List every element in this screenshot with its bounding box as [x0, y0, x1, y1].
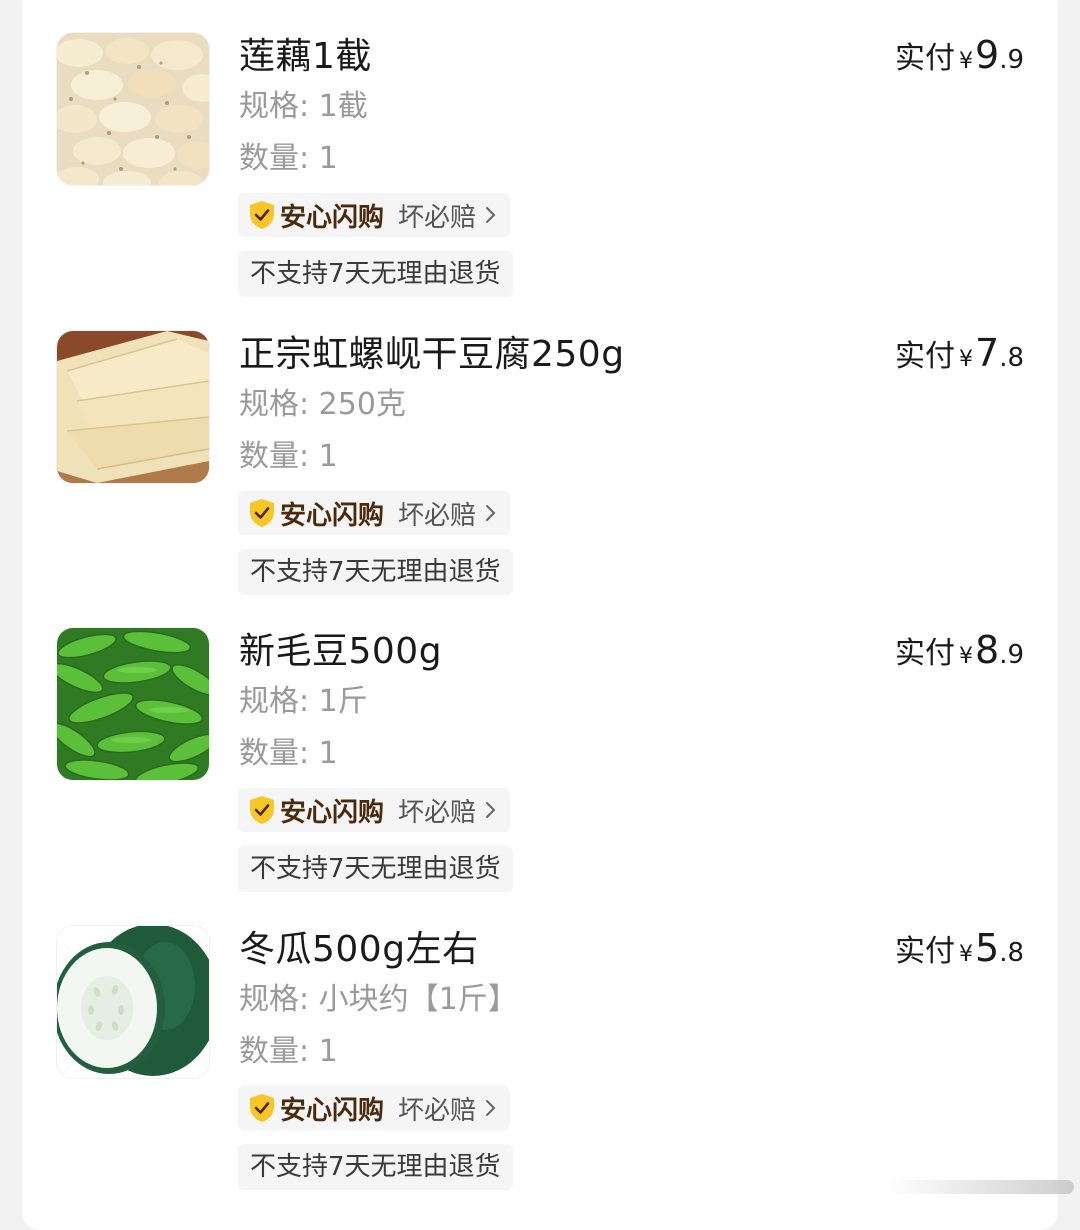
price-decimal: .9 [999, 640, 1024, 670]
price-integer: 9 [975, 33, 1000, 77]
no-return-tag: 不支持7天无理由退货 [238, 846, 513, 892]
item-spec: 规格: 250克 [239, 387, 406, 422]
currency-symbol: ¥ [959, 49, 973, 74]
order-items-card: 莲藕1截 规格: 1截 数量: 1 安心闪购 坏必赔 不支持7天无理由退货 实付… [22, 0, 1058, 1230]
scrollbar[interactable] [884, 1180, 1074, 1194]
order-item[interactable]: 正宗虹螺岘干豆腐250g 规格: 250克 数量: 1 安心闪购 坏必赔 不支持… [22, 331, 1058, 629]
guarantee-badge[interactable]: 安心闪购 坏必赔 [238, 491, 511, 535]
shield-check-icon [250, 201, 274, 229]
price-integer: 7 [975, 331, 1000, 375]
item-title[interactable]: 正宗虹螺岘干豆腐250g [239, 331, 625, 379]
order-item[interactable]: 莲藕1截 规格: 1截 数量: 1 安心闪购 坏必赔 不支持7天无理由退货 实付… [22, 33, 1058, 331]
guarantee-label: 安心闪购 [280, 1095, 385, 1126]
item-title[interactable]: 新毛豆500g [239, 628, 442, 676]
guarantee-badge[interactable]: 安心闪购 坏必赔 [238, 1086, 511, 1130]
item-quantity: 数量: 1 [239, 439, 338, 474]
item-title[interactable]: 冬瓜500g左右 [239, 926, 479, 974]
price-integer: 8 [975, 628, 1000, 672]
guarantee-subtext: 坏必赔 [398, 1095, 477, 1126]
guarantee-label: 安心闪购 [280, 797, 385, 828]
item-price: 实付 ¥ 9 .9 [895, 33, 1024, 77]
item-price: 实付 ¥ 7 .8 [895, 331, 1024, 375]
item-price: 实付 ¥ 8 .9 [895, 628, 1024, 672]
item-spec: 规格: 1截 [239, 89, 368, 124]
item-quantity: 数量: 1 [239, 1034, 338, 1069]
no-return-tag: 不支持7天无理由退货 [238, 549, 513, 595]
item-title[interactable]: 莲藕1截 [239, 33, 372, 81]
edamame-icon[interactable] [57, 628, 209, 780]
guarantee-badge[interactable]: 安心闪购 坏必赔 [238, 788, 511, 832]
chevron-right-icon [486, 1100, 496, 1116]
dried-tofu-icon[interactable] [57, 331, 209, 483]
price-integer: 5 [975, 926, 1000, 970]
no-return-tag: 不支持7天无理由退货 [238, 1144, 513, 1190]
item-spec: 规格: 1斤 [239, 684, 368, 719]
guarantee-subtext: 坏必赔 [398, 797, 477, 828]
shield-check-icon [250, 1094, 274, 1122]
item-quantity: 数量: 1 [239, 736, 338, 771]
guarantee-label: 安心闪购 [280, 500, 385, 531]
winter-melon-icon[interactable] [57, 926, 209, 1078]
price-label: 实付 [895, 41, 955, 76]
chevron-right-icon [486, 802, 496, 818]
price-label: 实付 [895, 636, 955, 671]
item-quantity: 数量: 1 [239, 141, 338, 176]
guarantee-label: 安心闪购 [280, 202, 385, 233]
chevron-right-icon [486, 207, 496, 223]
price-decimal: .9 [999, 45, 1024, 75]
price-label: 实付 [895, 934, 955, 969]
lotus-root-icon[interactable] [57, 33, 209, 185]
item-spec: 规格: 小块约【1斤】 [239, 982, 518, 1017]
no-return-tag: 不支持7天无理由退货 [238, 251, 513, 297]
price-label: 实付 [895, 339, 955, 374]
guarantee-subtext: 坏必赔 [398, 500, 477, 531]
item-price: 实付 ¥ 5 .8 [895, 926, 1024, 970]
shield-check-icon [250, 796, 274, 824]
order-item[interactable]: 新毛豆500g 规格: 1斤 数量: 1 安心闪购 坏必赔 不支持7天无理由退货… [22, 628, 1058, 926]
price-decimal: .8 [999, 343, 1024, 373]
guarantee-subtext: 坏必赔 [398, 202, 477, 233]
shield-check-icon [250, 499, 274, 527]
currency-symbol: ¥ [959, 644, 973, 669]
currency-symbol: ¥ [959, 347, 973, 372]
currency-symbol: ¥ [959, 942, 973, 967]
guarantee-badge[interactable]: 安心闪购 坏必赔 [238, 193, 511, 237]
chevron-right-icon [486, 505, 496, 521]
price-decimal: .8 [999, 938, 1024, 968]
